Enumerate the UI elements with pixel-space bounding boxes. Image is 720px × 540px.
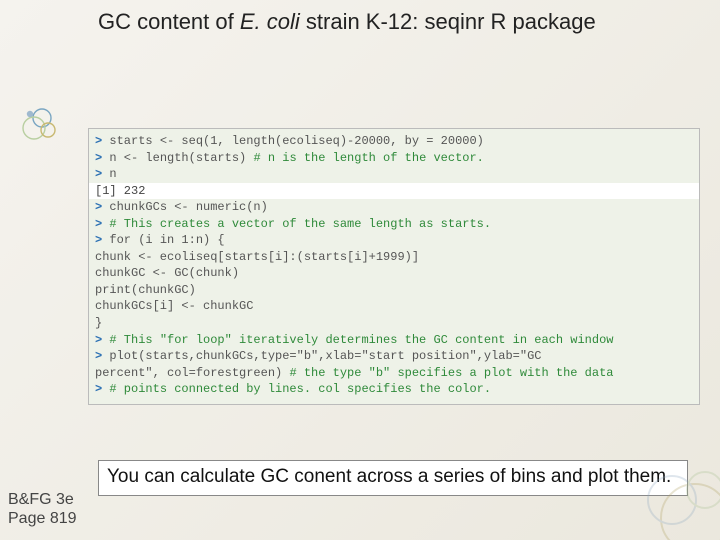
caption-box: You can calculate GC conent across a ser… [98, 460, 688, 496]
code-line: > plot(starts,chunkGCs,type="b",xlab="st… [95, 348, 693, 365]
code-line: > n [95, 166, 693, 183]
slide-title: GC content of E. coli strain K-12: seqin… [98, 8, 658, 36]
page-reference: B&FG 3e Page 819 [8, 490, 77, 528]
title-post: strain K-12: seqinr R package [300, 9, 596, 34]
code-line: percent", col=forestgreen) # the type "b… [95, 365, 693, 382]
code-line: > n <- length(starts) # n is the length … [95, 150, 693, 167]
code-line: > # This "for loop" iteratively determin… [95, 332, 693, 349]
code-line: > chunkGCs <- numeric(n) [95, 199, 693, 216]
decorative-rings-icon [12, 106, 82, 146]
r-code-block: > starts <- seq(1, length(ecoliseq)-2000… [88, 128, 700, 405]
code-line: > starts <- seq(1, length(ecoliseq)-2000… [95, 133, 693, 150]
title-italic: E. coli [240, 9, 300, 34]
code-line: > # points connected by lines. col speci… [95, 381, 693, 398]
title-pre: GC content of [98, 9, 240, 34]
footnote-line2: Page 819 [8, 509, 77, 528]
code-line: print(chunkGC) [95, 282, 693, 299]
code-output: [1] 232 [89, 183, 699, 200]
code-line: > for (i in 1:n) { [95, 232, 693, 249]
code-line: chunkGC <- GC(chunk) [95, 265, 693, 282]
code-line: chunkGCs[i] <- chunkGC [95, 298, 693, 315]
code-line: chunk <- ecoliseq[starts[i]:(starts[i]+1… [95, 249, 693, 266]
corner-rings-icon [610, 450, 720, 540]
code-line: } [95, 315, 693, 332]
code-line: > # This creates a vector of the same le… [95, 216, 693, 233]
footnote-line1: B&FG 3e [8, 490, 77, 509]
